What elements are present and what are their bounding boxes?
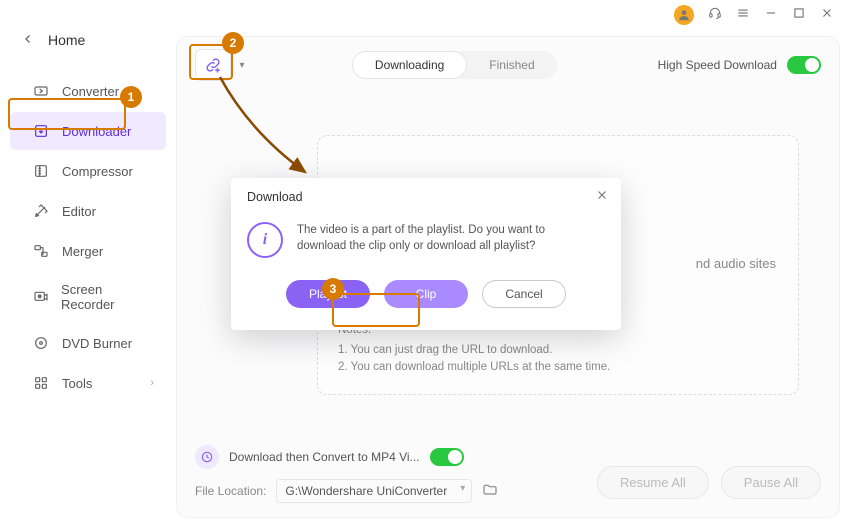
editor-icon: [32, 202, 50, 220]
sidebar-item-label: Converter: [62, 84, 119, 99]
sidebar-item-label: Merger: [62, 244, 103, 259]
info-icon: i: [247, 222, 283, 258]
maximize-button[interactable]: [792, 6, 806, 25]
tab-downloading[interactable]: Downloading: [352, 51, 467, 79]
sidebar-item-label: Editor: [62, 204, 96, 219]
sidebar: Home Converter Downloader Compressor Editor…: [0, 0, 176, 528]
dialog-message: The video is a part of the playlist. Do …: [297, 222, 587, 254]
minimize-button[interactable]: [764, 6, 778, 25]
sidebar-item-merger[interactable]: Merger: [10, 232, 166, 270]
status-tabs: Downloading Finished: [352, 51, 557, 79]
file-location-label: File Location:: [195, 484, 266, 498]
toolbar: ▾ Downloading Finished High Speed Downlo…: [177, 37, 839, 93]
sidebar-item-label: Compressor: [62, 164, 133, 179]
dvd-burner-icon: [32, 334, 50, 352]
sidebar-item-compressor[interactable]: Compressor: [10, 152, 166, 190]
sidebar-item-label: DVD Burner: [62, 336, 132, 351]
convert-toggle[interactable]: [430, 448, 464, 466]
sidebar-item-editor[interactable]: Editor: [10, 192, 166, 230]
back-home-label: Home: [48, 32, 85, 48]
window-titlebar: [674, 0, 850, 30]
sidebar-item-downloader[interactable]: Downloader: [10, 112, 166, 150]
high-speed-download: High Speed Download: [658, 56, 821, 74]
sidebar-item-tools[interactable]: Tools ›: [10, 364, 166, 402]
bottom-bar: Download then Convert to MP4 Vi... File …: [177, 441, 839, 517]
tab-finished[interactable]: Finished: [467, 51, 556, 79]
sidebar-item-dvd-burner[interactable]: DVD Burner: [10, 324, 166, 362]
hsd-label: High Speed Download: [658, 58, 777, 72]
convert-label: Download then Convert to MP4 Vi...: [229, 450, 420, 464]
back-chevron-icon: [22, 32, 34, 48]
open-folder-button[interactable]: [482, 482, 498, 501]
notes: Notes: 1. You can just drag the URL to d…: [338, 322, 610, 376]
sidebar-item-screen-recorder[interactable]: Screen Recorder: [10, 272, 166, 322]
supported-sites-hint: nd audio sites: [696, 256, 776, 271]
pause-all-button[interactable]: Pause All: [721, 466, 821, 499]
hsd-toggle[interactable]: [787, 56, 821, 74]
cancel-button[interactable]: Cancel: [482, 280, 566, 308]
compressor-icon: [32, 162, 50, 180]
clip-button[interactable]: Clip: [384, 280, 468, 308]
sidebar-item-label: Screen Recorder: [61, 282, 154, 312]
downloader-icon: [32, 122, 50, 140]
screen-recorder-icon: [32, 288, 49, 306]
headset-icon[interactable]: [708, 6, 722, 25]
merger-icon: [32, 242, 50, 260]
hamburger-menu-icon[interactable]: [736, 6, 750, 25]
paste-url-dropdown[interactable]: ▾: [233, 49, 251, 81]
converter-icon: [32, 82, 50, 100]
download-dialog: Download i The video is a part of the pl…: [231, 178, 621, 330]
paste-url-button[interactable]: [195, 49, 231, 81]
sidebar-item-converter[interactable]: Converter: [10, 72, 166, 110]
sidebar-item-label: Tools: [62, 376, 92, 391]
tools-icon: [32, 374, 50, 392]
playlist-button[interactable]: Playlist: [286, 280, 370, 308]
file-location-dropdown[interactable]: G:\Wondershare UniConverter: [276, 479, 472, 503]
note-line-1: 1. You can just drag the URL to download…: [338, 342, 610, 359]
chevron-right-icon: ›: [150, 377, 154, 389]
user-avatar-icon[interactable]: [674, 5, 694, 25]
close-window-button[interactable]: [820, 6, 834, 25]
back-home-button[interactable]: Home: [0, 24, 176, 64]
dialog-close-button[interactable]: [595, 188, 609, 207]
note-line-2: 2. You can download multiple URLs at the…: [338, 359, 610, 376]
sidebar-item-label: Downloader: [62, 124, 131, 139]
resume-all-button[interactable]: Resume All: [597, 466, 709, 499]
dialog-title: Download: [247, 190, 605, 204]
clock-icon: [195, 445, 219, 469]
